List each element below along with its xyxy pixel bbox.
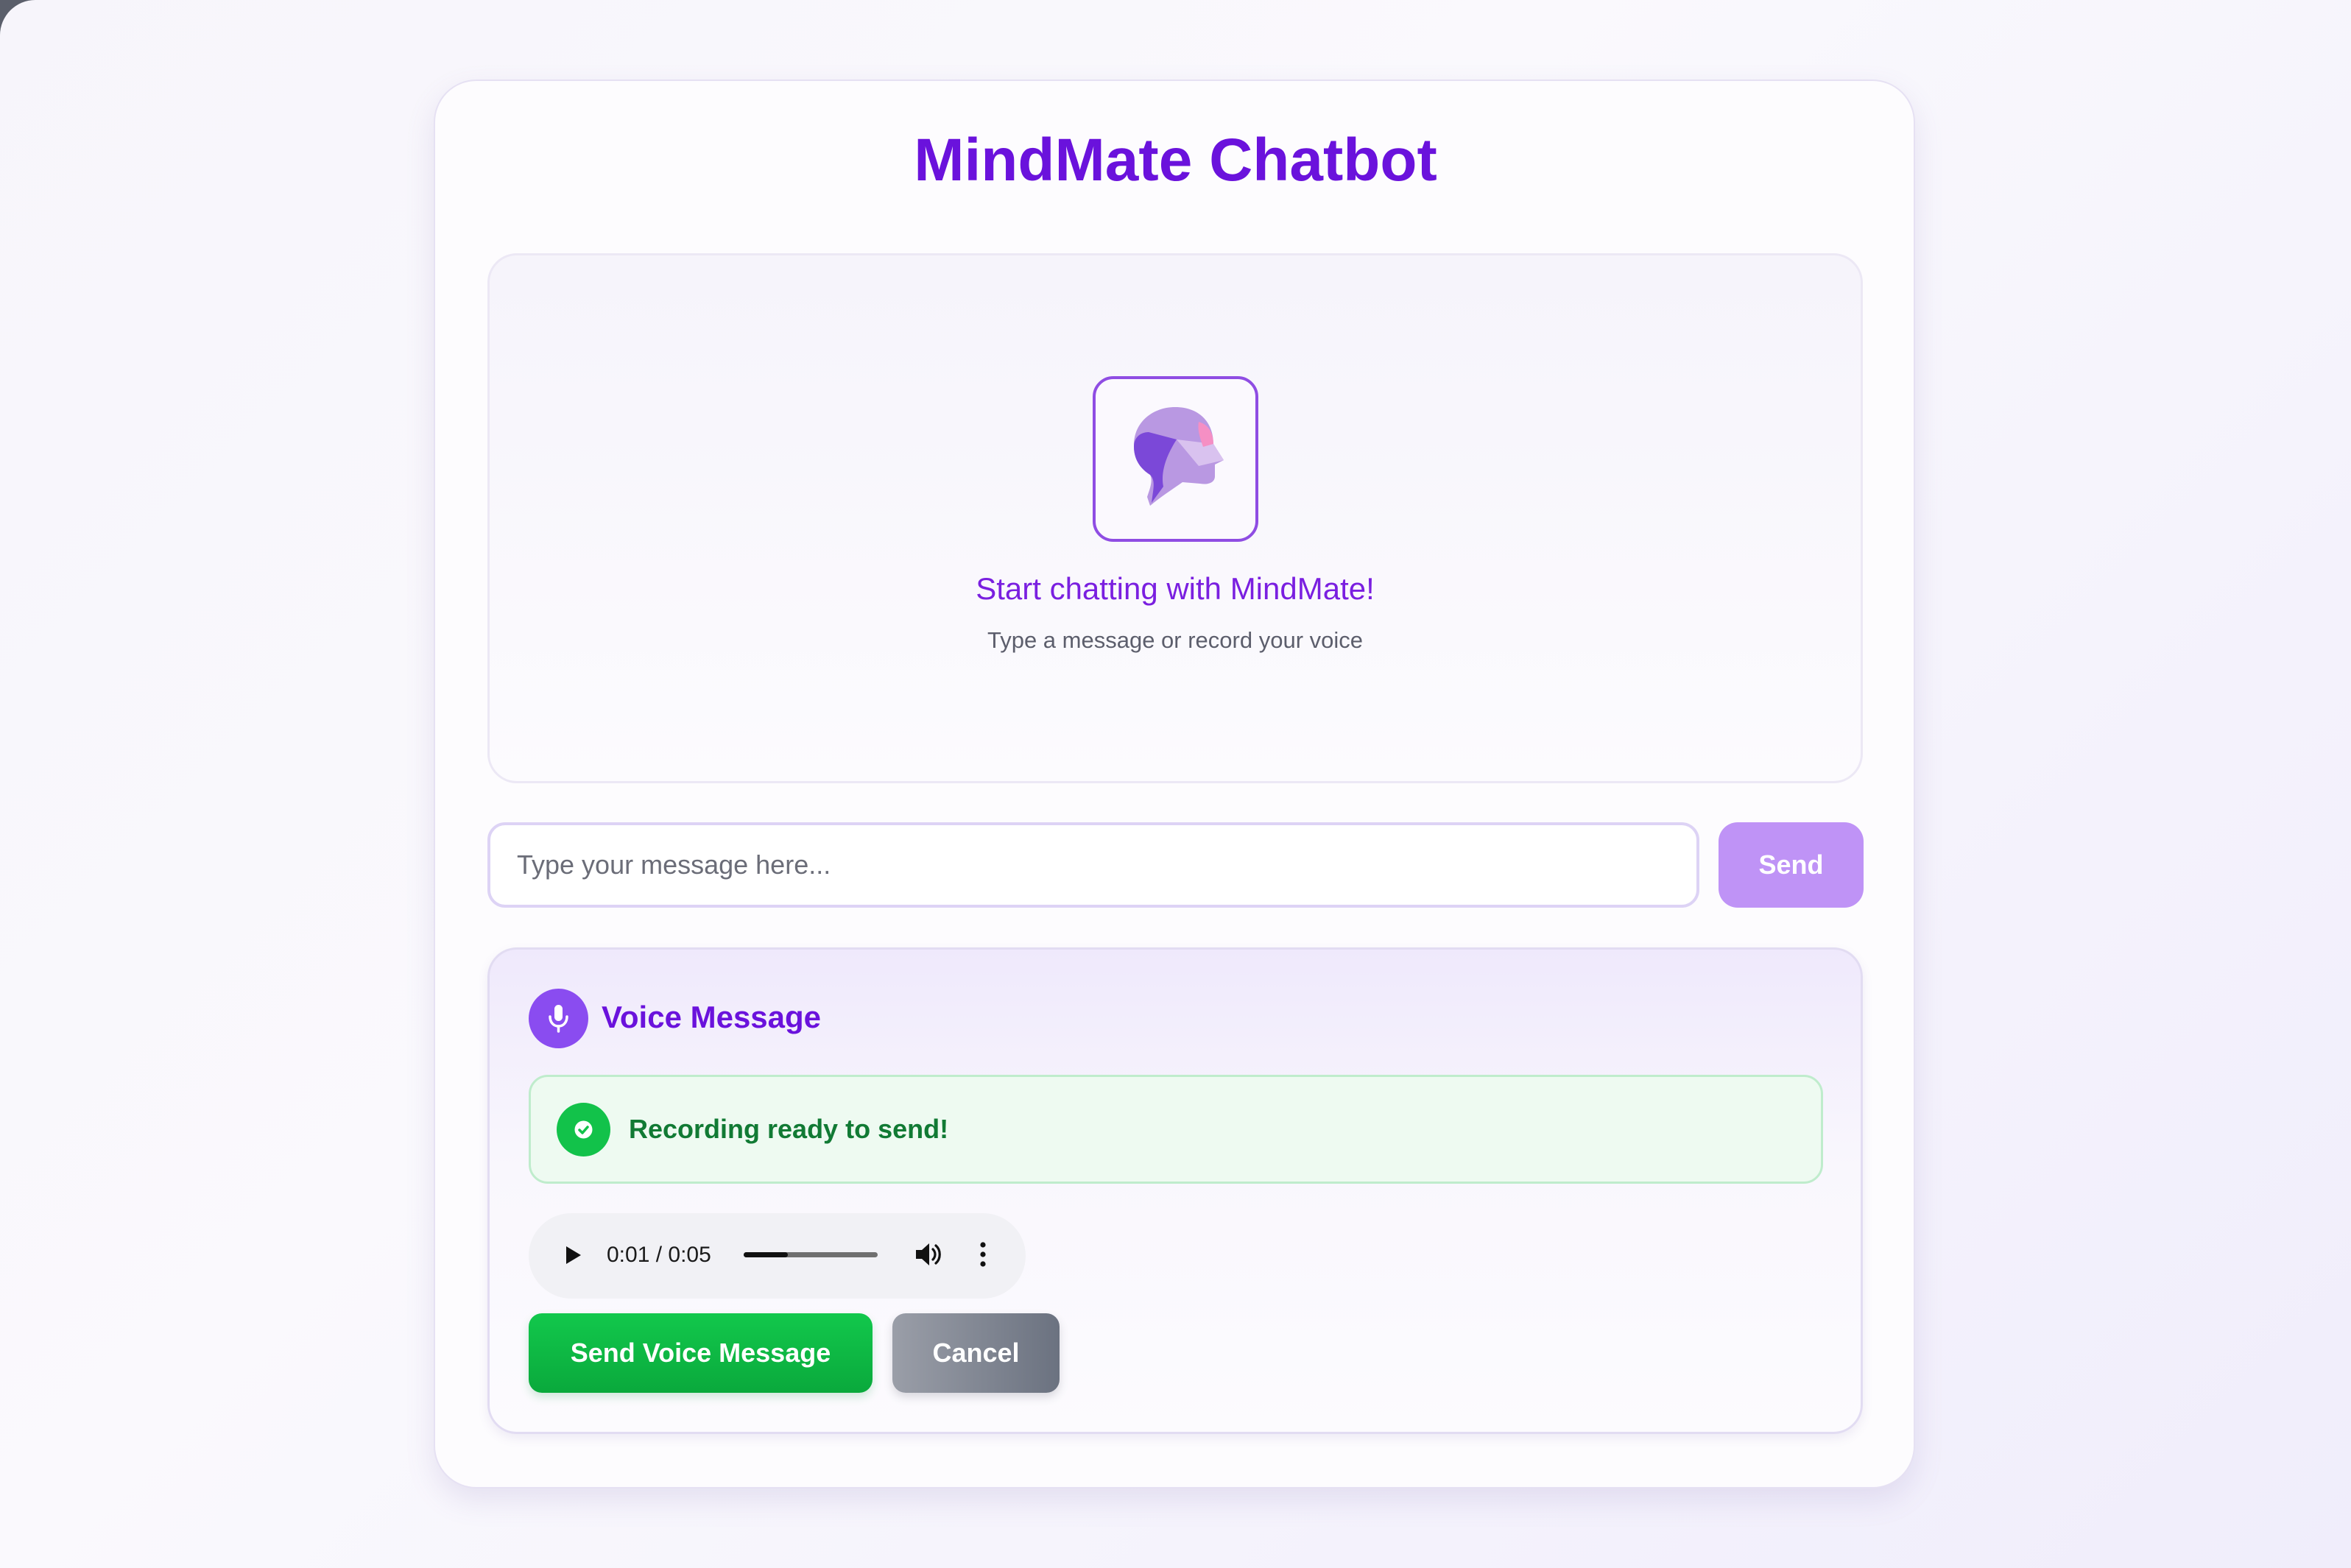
- empty-state-title: Start chatting with MindMate!: [976, 571, 1375, 606]
- app-screen: MindMate Chatbot Start chatting with Min…: [0, 0, 2351, 1568]
- check-circle-icon: [557, 1103, 610, 1156]
- audio-seek-progress: [744, 1252, 789, 1257]
- volume-icon[interactable]: [913, 1240, 942, 1269]
- page-title: MindMate Chatbot: [914, 127, 1437, 194]
- audio-time-label: 0:01 / 0:05: [607, 1243, 711, 1267]
- recording-status-text: Recording ready to send!: [629, 1114, 949, 1144]
- brain-head-icon: [1093, 376, 1258, 542]
- microphone-icon: [529, 989, 588, 1048]
- more-options-icon[interactable]: [976, 1241, 990, 1268]
- empty-state-subtitle: Type a message or record your voice: [987, 627, 1364, 653]
- voice-message-title: Voice Message: [602, 1000, 822, 1034]
- send-button[interactable]: Send: [1719, 822, 1864, 908]
- send-voice-message-button[interactable]: Send Voice Message: [529, 1313, 873, 1393]
- play-icon[interactable]: [562, 1244, 584, 1266]
- audio-seek-slider[interactable]: [744, 1252, 878, 1257]
- message-input[interactable]: [487, 822, 1699, 908]
- cancel-button[interactable]: Cancel: [892, 1313, 1060, 1393]
